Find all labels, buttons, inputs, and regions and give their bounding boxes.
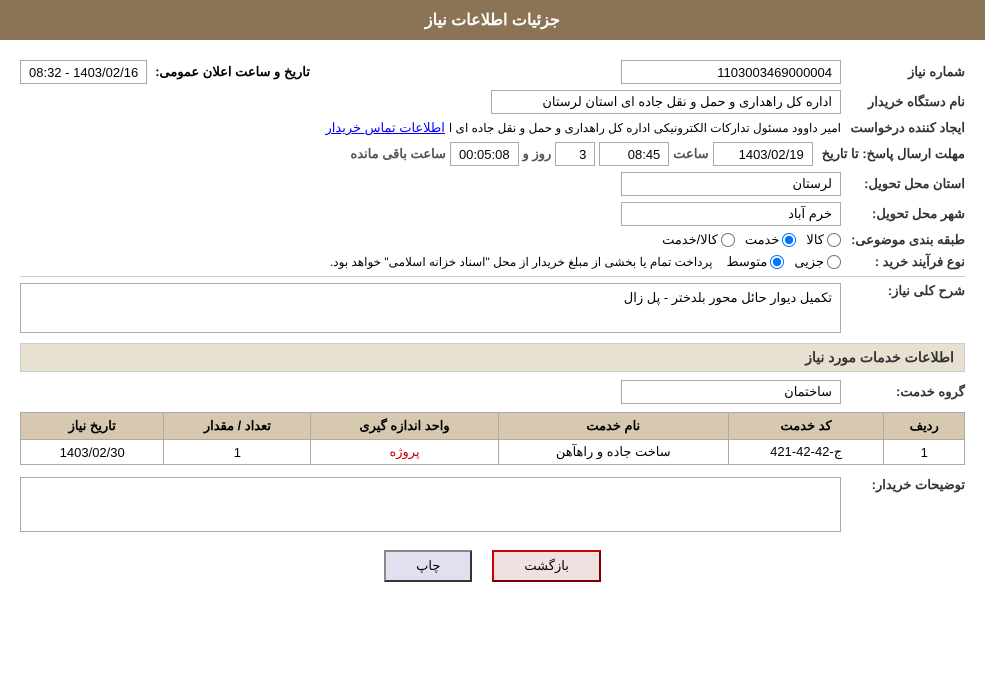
request-number-label: شماره نیاز: [845, 64, 965, 80]
purchase-option-motavasset[interactable]: متوسط: [726, 254, 784, 270]
col-unit: واحد اندازه گیری: [311, 413, 498, 440]
buyer-notes-label: توضیحات خریدار:: [845, 477, 965, 493]
announce-value: 1403/02/16 - 08:32: [20, 60, 147, 84]
col-qty: تعداد / مقدار: [164, 413, 311, 440]
col-date: تاریخ نیاز: [21, 413, 164, 440]
creator-label: ایجاد کننده درخواست: [845, 120, 965, 136]
category-label-khedmat: خدمت: [745, 232, 780, 248]
services-table: ردیف کد خدمت نام خدمت واحد اندازه گیری ت…: [20, 412, 965, 465]
cell-row: 1: [884, 440, 965, 465]
purchase-option-jozi[interactable]: جزیی: [794, 254, 841, 270]
category-radio-group: کالا خدمت کالا/خدمت: [662, 232, 841, 248]
cell-date: 1403/02/30: [21, 440, 164, 465]
purchase-radio-group: جزیی متوسط: [726, 254, 841, 270]
buyer-label: نام دستگاه خریدار: [845, 94, 965, 110]
page-title: جزئیات اطلاعات نیاز: [0, 0, 985, 40]
col-name: نام خدمت: [498, 413, 728, 440]
buttons-row: بازگشت چاپ: [20, 550, 965, 582]
countdown-label: ساعت باقی مانده: [351, 146, 446, 162]
creator-contact-link[interactable]: اطلاعات تماس خریدار: [325, 120, 444, 136]
announce-label: تاریخ و ساعت اعلان عمومی:: [155, 64, 310, 80]
services-section-title: اطلاعات خدمات مورد نیاز: [20, 343, 965, 372]
province-value: لرستان: [621, 172, 841, 196]
category-label: طبقه بندی موضوعی:: [845, 232, 965, 248]
divider-1: [20, 276, 965, 277]
cell-code: ج-42-42-421: [728, 440, 884, 465]
category-label-kala-khedmat: کالا/خدمت: [662, 232, 718, 248]
deadline-day-label: روز و: [523, 146, 552, 162]
creator-name: امیر داوود مسئول تدارکات الکترونیکی ادار…: [449, 121, 841, 135]
purchase-label-motavasset: متوسط: [726, 254, 767, 270]
group-service-label: گروه خدمت:: [845, 384, 965, 400]
purchase-radio-jozi[interactable]: [827, 255, 841, 269]
request-number-value: 1103003469000004: [621, 60, 841, 84]
deadline-time-label: ساعت: [673, 146, 708, 162]
cell-name: ساخت جاده و راهآهن: [498, 440, 728, 465]
cell-unit: پروژه: [311, 440, 498, 465]
category-label-kala: کالا: [806, 232, 824, 248]
category-option-kala[interactable]: کالا: [806, 232, 841, 248]
description-label: شرح کلی نیاز:: [845, 283, 965, 299]
countdown-value: 00:05:08: [450, 142, 519, 166]
print-button[interactable]: چاپ: [384, 550, 472, 582]
purchase-note: پرداخت تمام یا بخشی از مبلغ خریدار از مح…: [330, 255, 713, 269]
category-option-kala-khedmat[interactable]: کالا/خدمت: [662, 232, 735, 248]
description-value: تکمیل دیوار حائل محور بلدختر - پل زال: [20, 283, 841, 333]
city-label: شهر محل تحویل:: [845, 206, 965, 222]
deadline-date-value: 1403/02/19: [713, 142, 813, 166]
category-radio-kala-khedmat[interactable]: [721, 233, 735, 247]
group-service-value: ساختمان: [621, 380, 841, 404]
category-option-khedmat[interactable]: خدمت: [745, 232, 797, 248]
back-button[interactable]: بازگشت: [492, 550, 600, 582]
category-radio-kala[interactable]: [827, 233, 841, 247]
deadline-time-value: 08:45: [599, 142, 669, 166]
buyer-notes-textarea[interactable]: [20, 477, 841, 532]
col-code: کد خدمت: [728, 413, 884, 440]
purchase-radio-motavasset[interactable]: [770, 255, 784, 269]
purchase-label-jozi: جزیی: [794, 254, 824, 270]
col-row: ردیف: [884, 413, 965, 440]
purchase-type-label: نوع فرآیند خرید :: [845, 254, 965, 270]
table-row: 1 ج-42-42-421 ساخت جاده و راهآهن پروژه 1…: [21, 440, 965, 465]
city-value: خرم آباد: [621, 202, 841, 226]
buyer-value: اداره کل راهداری و حمل و نقل جاده ای است…: [491, 90, 841, 114]
category-radio-khedmat[interactable]: [782, 233, 796, 247]
province-label: استان محل تحویل:: [845, 176, 965, 192]
cell-qty: 1: [164, 440, 311, 465]
deadline-label: مهلت ارسال پاسخ: تا تاریخ: [817, 146, 965, 162]
deadline-days-value: 3: [555, 142, 595, 166]
